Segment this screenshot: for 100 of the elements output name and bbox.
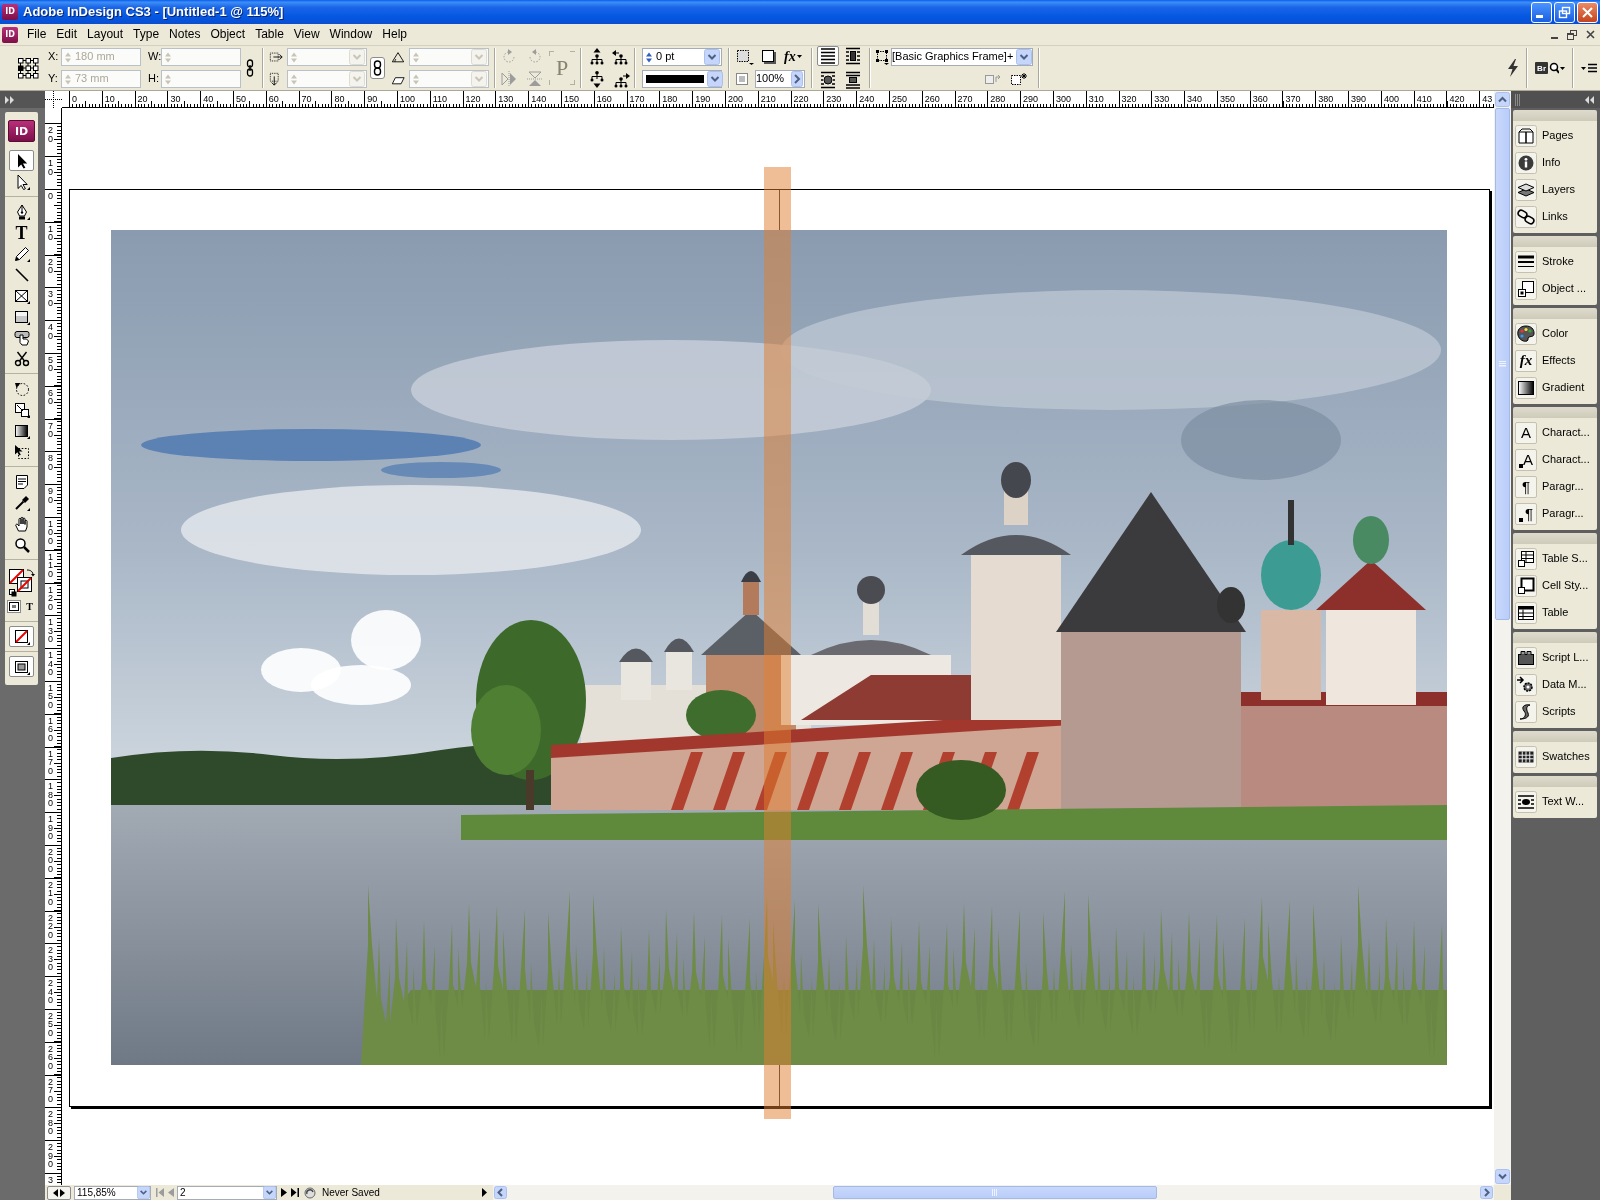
menu-item[interactable]: Edit	[51, 26, 83, 43]
swatches-panel-button[interactable]: Swatches	[1513, 743, 1597, 770]
square-star-icon[interactable]	[1011, 73, 1027, 85]
grip-lines-icon	[992, 1189, 998, 1196]
bridge-button[interactable]: Br	[1535, 62, 1565, 74]
constrain-proportions-button[interactable]	[370, 57, 385, 79]
panel-menu-icon[interactable]	[1581, 63, 1597, 73]
menu-item[interactable]: View	[288, 26, 325, 43]
link-icon[interactable]	[245, 59, 255, 77]
apply-none-button[interactable]	[9, 626, 34, 647]
menu-item[interactable]: Type	[128, 26, 165, 43]
menu-item[interactable]: File	[22, 26, 52, 43]
line-sample-icon	[646, 75, 704, 83]
menu-item[interactable]: Help	[377, 26, 412, 43]
restore-icon[interactable]	[1567, 29, 1577, 40]
vertical-scrollbar[interactable]	[1494, 91, 1511, 1185]
stroke-weight-field[interactable]: 0 pt	[642, 48, 722, 66]
minimize-icon[interactable]	[1551, 36, 1558, 39]
app-logo: ID	[2, 4, 18, 20]
no-wrap-button[interactable]	[817, 46, 839, 66]
layers-panel-button[interactable]: Layers	[1513, 176, 1597, 203]
scroll-thumb[interactable]	[833, 1186, 1157, 1199]
stroke-panel-button[interactable]: Stroke	[1513, 248, 1597, 275]
scripts-panel-button[interactable]: Scripts	[1513, 698, 1597, 725]
type-tool-button[interactable]: T	[9, 222, 34, 243]
opacity-field[interactable]: 100%	[755, 70, 805, 88]
ruler-number: 130	[498, 94, 514, 104]
hierarchy-right-arrow-icon[interactable]	[612, 71, 630, 88]
restore-button[interactable]	[1554, 1, 1575, 23]
lightning-icon[interactable]	[1507, 59, 1520, 77]
color-panel-button[interactable]: Color	[1513, 320, 1597, 347]
object-style-dropdown[interactable]: [Basic Graphics Frame]+	[891, 48, 1033, 66]
reference-point-icon[interactable]	[17, 57, 39, 79]
effects-button[interactable]: fx	[784, 48, 802, 66]
scroll-left-button[interactable]	[493, 1185, 508, 1200]
ruler-number: 30	[170, 94, 181, 104]
stroke-type-dropdown[interactable]	[642, 70, 722, 88]
chevron-right-icon[interactable]	[791, 71, 803, 87]
scroll-right-button[interactable]	[1479, 1185, 1494, 1200]
menu-item[interactable]: Table	[250, 26, 289, 43]
ruler-number: 130	[48, 618, 54, 644]
info-panel-button[interactable]: Info	[1513, 149, 1597, 176]
character-panel-button[interactable]: A Charact...	[1513, 419, 1597, 446]
dotted-frame-icon[interactable]	[875, 49, 889, 65]
menu-item[interactable]: Object	[205, 26, 251, 43]
formatting-text-button[interactable]: T	[22, 600, 37, 613]
ruler-number: 20	[48, 257, 54, 275]
object-styles-panel-button[interactable]: Object ...	[1513, 275, 1597, 302]
scroll-thumb[interactable]	[1495, 108, 1510, 620]
minimize-button[interactable]	[1531, 1, 1552, 23]
menu-arrow-icon[interactable]	[482, 1188, 487, 1197]
menu-item[interactable]: Layout	[82, 26, 129, 43]
scroll-up-button[interactable]	[1494, 91, 1511, 108]
table-grid-icon	[1515, 601, 1537, 624]
double-chevron-icon[interactable]	[5, 95, 15, 104]
table-styles-panel-button[interactable]: Table S...	[1513, 545, 1597, 572]
table-grid-squares-icon	[1515, 547, 1537, 570]
eyedropper-icon	[13, 494, 30, 511]
double-chevron-icon[interactable]	[1585, 95, 1595, 104]
effects-panel-button[interactable]: fx Effects	[1513, 347, 1597, 374]
page-number-field[interactable]: 2	[177, 1185, 277, 1200]
selection-tool-button[interactable]	[9, 150, 34, 171]
table-panel-button[interactable]: Table	[1513, 599, 1597, 626]
script-label-panel-button[interactable]: Script L...	[1513, 644, 1597, 671]
menu-item[interactable]: Window	[324, 26, 378, 43]
formatting-container-button[interactable]	[6, 600, 21, 613]
close-button[interactable]	[1577, 1, 1598, 23]
fill-stroke-swatches-icon[interactable]	[7, 568, 36, 598]
app-logo[interactable]: ID	[2, 26, 18, 43]
last-page-icon[interactable]	[291, 1188, 299, 1197]
drop-shadow-icon[interactable]	[761, 49, 777, 65]
zoom-level-field[interactable]: 115,85%	[74, 1185, 151, 1200]
view-toggle-button[interactable]	[47, 1185, 71, 1200]
ruler-number: 240	[859, 94, 875, 104]
chevron-down-icon	[1495, 1169, 1510, 1184]
text-wrap-panel-button[interactable]: Text W...	[1513, 788, 1597, 815]
grip-icon[interactable]	[1515, 93, 1521, 106]
scroll-down-button[interactable]	[1494, 1168, 1511, 1185]
stroke-box-icon[interactable]	[736, 49, 754, 65]
ruler-number: 270	[957, 94, 973, 104]
screen-mode-button[interactable]	[9, 656, 34, 677]
horizontal-scrollbar[interactable]	[493, 1185, 1494, 1200]
pages-panel-button[interactable]: Pages	[1513, 122, 1597, 149]
links-panel-button[interactable]: Links	[1513, 203, 1597, 230]
paragraph-styles-panel-button[interactable]: ¶ Paragr...	[1513, 500, 1597, 527]
menu-item[interactable]: Notes	[164, 26, 206, 43]
character-styles-panel-button[interactable]: A Charact...	[1513, 446, 1597, 473]
hierarchy-down-arrow-icon[interactable]	[588, 71, 606, 88]
data-merge-panel-button[interactable]: Data M...	[1513, 671, 1597, 698]
next-page-icon[interactable]	[281, 1188, 287, 1197]
stepper-arrows-icon[interactable]	[645, 50, 653, 64]
hierarchy-left-arrow-icon[interactable]	[612, 48, 630, 65]
document-status-icon[interactable]	[304, 1186, 316, 1199]
cell-styles-panel-button[interactable]: Cell Sty...	[1513, 572, 1597, 599]
paragraph-panel-button[interactable]: ¶ Paragr...	[1513, 473, 1597, 500]
opacity-icon[interactable]	[736, 73, 748, 85]
lines-above-below-box-icon	[845, 71, 861, 89]
gradient-panel-button[interactable]: Gradient	[1513, 374, 1597, 401]
hierarchy-up-arrow-icon[interactable]	[588, 48, 606, 65]
close-icon[interactable]	[1586, 30, 1595, 39]
